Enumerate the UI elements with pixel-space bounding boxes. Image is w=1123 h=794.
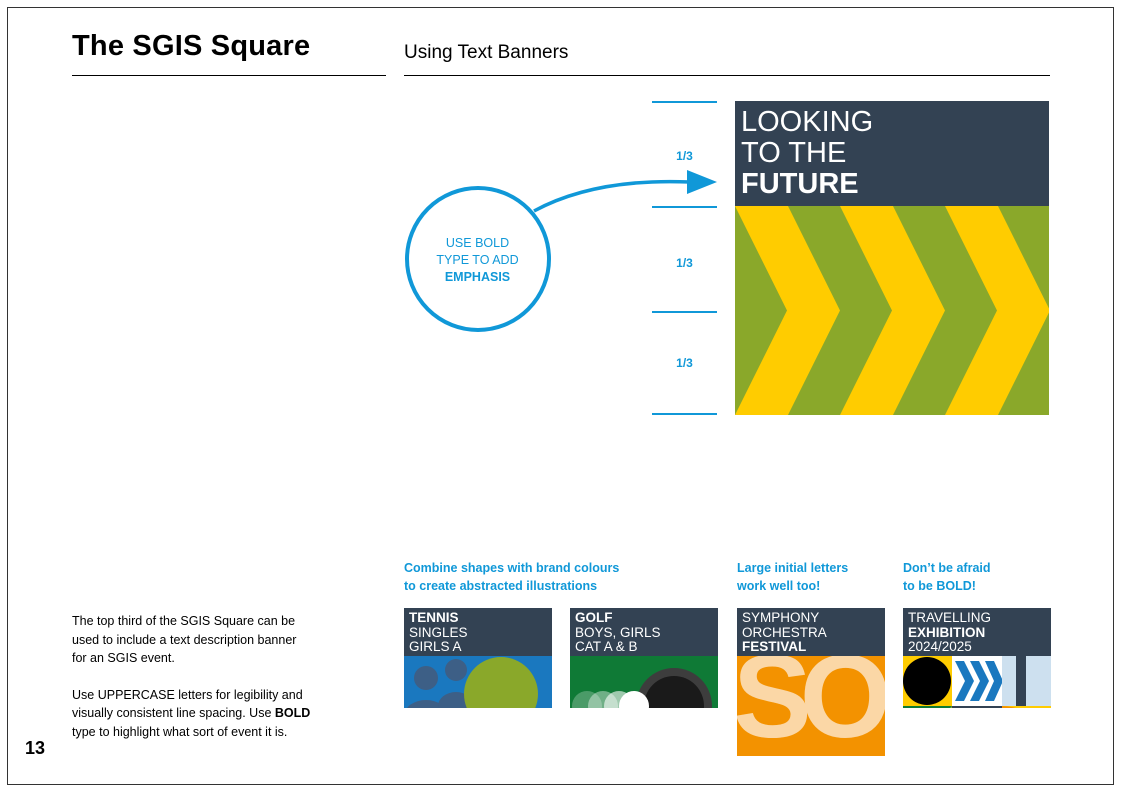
body-paragraph-1: The top third of the SGIS Square can be … xyxy=(72,614,297,665)
body-paragraph-2-end: type to highlight what sort of event it … xyxy=(72,724,288,739)
caption-combine-line-1: Combine shapes with brand colours xyxy=(404,561,620,575)
tile-symphony-label: SYMPHONY ORCHESTRA FESTIVAL xyxy=(742,610,827,655)
callout-line-1: USE BOLD xyxy=(445,236,510,250)
tile-tennis: TENNIS SINGLES GIRLS A xyxy=(404,608,552,756)
tile-tennis-label: TENNIS SINGLES GIRLS A xyxy=(409,610,468,655)
tile-golf: GOLF BOYS, GIRLS CAT A & B xyxy=(570,608,718,756)
tile-tennis-line-3: GIRLS A xyxy=(409,639,462,654)
caption-be-bold: Don’t be afraid to be BOLD! xyxy=(903,559,991,595)
callout-line-2: TYPE TO ADD xyxy=(436,253,519,267)
body-copy: The top third of the SGIS Square can be … xyxy=(72,612,312,741)
tile-exhibition-line-1: TRAVELLING xyxy=(908,610,992,625)
symphony-illustration: SO xyxy=(737,656,885,756)
tile-symphony-line-1: SYMPHONY xyxy=(742,610,820,625)
caption-large-line-2: work well too! xyxy=(737,579,821,593)
page-title: The SGIS Square xyxy=(72,30,311,62)
tile-symphony-line-2: ORCHESTRA xyxy=(742,624,827,640)
third-divider-top xyxy=(652,101,717,103)
callout-arrow-line xyxy=(533,179,691,213)
body-paragraph-2: Use UPPERCASE letters for legibility and… xyxy=(72,686,312,742)
tile-golf-bold: GOLF xyxy=(575,610,613,625)
tile-golf-line-2: BOYS, GIRLS xyxy=(575,624,661,640)
banner-bold-line: FUTURE xyxy=(741,168,859,200)
tile-tennis-line-2: SINGLES xyxy=(409,624,468,640)
banner-line-2: TO THE xyxy=(741,137,847,169)
tile-exhibition-line-3: 2024/2025 xyxy=(908,639,972,654)
tile-tennis-bold: TENNIS xyxy=(409,610,459,625)
tile-symphony: SYMPHONY ORCHESTRA FESTIVAL SO xyxy=(737,608,885,756)
body-paragraph-2-start: Use UPPERCASE letters for legibility and… xyxy=(72,687,303,721)
caption-bold-line-2: to be BOLD! xyxy=(903,579,976,593)
body-paragraph-2-bold: BOLD xyxy=(274,706,311,720)
third-label-3: 1/3 xyxy=(676,356,693,370)
third-divider-bottom xyxy=(652,413,717,415)
caption-large-letters: Large initial letters work well too! xyxy=(737,559,848,595)
sgis-square-example: LOOKING TO THE FUTURE xyxy=(735,101,1049,415)
caption-large-line-1: Large initial letters xyxy=(737,561,849,575)
section-subtitle: Using Text Banners xyxy=(404,42,569,63)
callout-emphasis: EMPHASIS xyxy=(444,270,511,284)
subtitle-rule xyxy=(404,75,1050,76)
tile-golf-label: GOLF BOYS, GIRLS CAT A & B xyxy=(575,610,661,655)
callout-text: USE BOLD TYPE TO ADD EMPHASIS xyxy=(406,235,549,286)
caption-combine-line-2: to create abstracted illustrations xyxy=(404,579,598,593)
symphony-initial-letters: SO xyxy=(737,656,885,756)
tile-golf-line-3: CAT A & B xyxy=(575,639,638,654)
tile-exhibition: TRAVELLING EXHIBITION 2024/2025 xyxy=(903,608,1051,756)
caption-combine-shapes: Combine shapes with brand colours to cre… xyxy=(404,559,619,595)
banner-line-1: LOOKING xyxy=(741,106,874,138)
caption-bold-line-1: Don’t be afraid xyxy=(903,561,991,575)
tile-exhibition-bold: EXHIBITION xyxy=(908,624,986,640)
title-rule xyxy=(72,75,386,76)
tile-symphony-bold: FESTIVAL xyxy=(742,639,807,654)
page-number: 13 xyxy=(25,738,46,758)
callout-arrow-head xyxy=(687,170,717,194)
tile-exhibition-label: TRAVELLING EXHIBITION 2024/2025 xyxy=(908,610,992,655)
banner-text: LOOKING TO THE FUTURE xyxy=(741,107,873,200)
